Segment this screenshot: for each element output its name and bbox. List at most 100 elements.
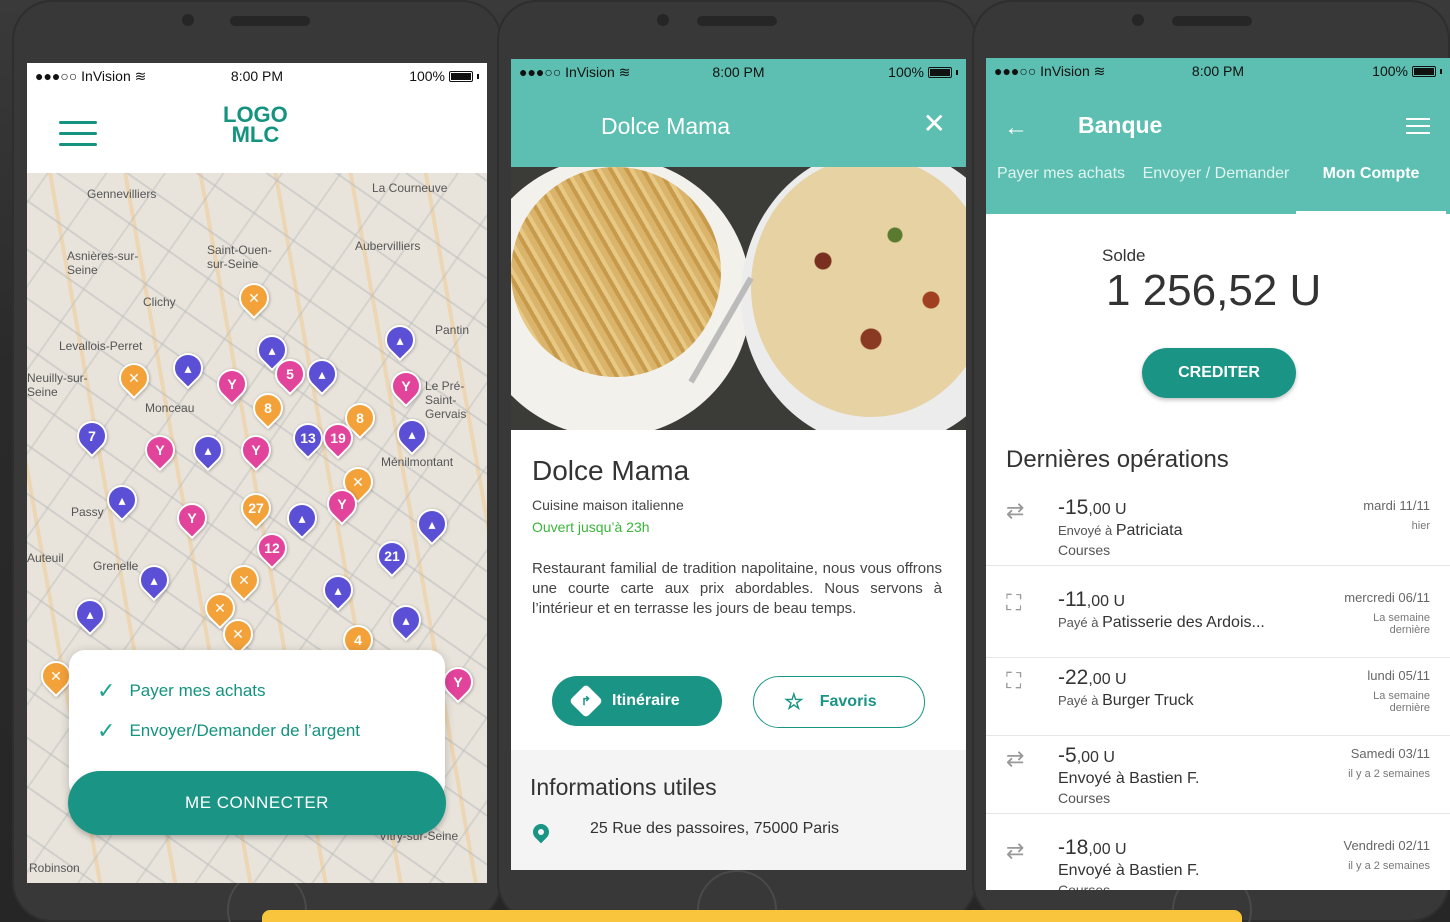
map-label: Monceau bbox=[145, 401, 195, 415]
operation-recipient: Envoyé à Patriciata bbox=[1058, 522, 1183, 539]
operation-note: Courses bbox=[1058, 542, 1111, 558]
operation-relative-date: La semaine dernière bbox=[1373, 612, 1430, 636]
battery-level: 100% bbox=[409, 68, 445, 84]
hamburger-icon[interactable] bbox=[59, 121, 97, 147]
operation-row[interactable]: ⇄ -15,00 U Envoyé à Patriciata Courses m… bbox=[986, 488, 1450, 566]
back-arrow-icon[interactable]: ← bbox=[1004, 114, 1028, 142]
status-time: 8:00 PM bbox=[712, 64, 765, 80]
bank-screen: ●●●○○ InVision ≋ 8:00 PM 100% ← Banque P… bbox=[986, 58, 1450, 890]
map-pin-shop[interactable]: ▴ bbox=[186, 428, 230, 472]
map-pin-shop[interactable]: ▴ bbox=[280, 496, 324, 540]
map-pin-cluster[interactable]: 8 bbox=[246, 386, 290, 430]
status-time: 8:00 PM bbox=[230, 68, 284, 84]
check-icon: ✓ bbox=[97, 718, 116, 743]
favorites-button[interactable]: ☆ Favoris bbox=[753, 676, 925, 728]
location-pin-icon bbox=[529, 820, 553, 844]
star-icon: ☆ bbox=[784, 689, 804, 714]
map-pin-shop[interactable]: ▴ bbox=[378, 318, 422, 362]
feature-item: ✓ Payer mes achats bbox=[97, 678, 266, 704]
itinerary-label: Itinéraire bbox=[612, 692, 680, 709]
connect-button[interactable]: ME CONNECTER bbox=[68, 771, 446, 835]
map-pin-bar[interactable]: Y bbox=[210, 362, 254, 406]
balance-value: 1 256,52 U bbox=[1106, 266, 1322, 315]
map-pin-shop[interactable]: ▴ bbox=[384, 598, 428, 642]
map-pin-cluster[interactable]: 21 bbox=[370, 534, 414, 578]
map-pin-shop[interactable]: ▴ bbox=[410, 502, 454, 546]
map-pin-bar[interactable]: Y bbox=[234, 428, 278, 472]
status-bar: ●●●○○ InVision ≋ 8:00 PM 100% bbox=[986, 58, 1450, 84]
status-bar: ●●●○○ InVision ≋ 8:00 PM 100% bbox=[27, 63, 487, 89]
map-pin-bar[interactable]: Y bbox=[138, 428, 182, 472]
operation-row[interactable]: ⛶ -11,00 U Payé à Patisserie des Ardois.… bbox=[986, 580, 1450, 658]
operation-row[interactable]: ⇄ -5,00 U Envoyé à Bastien F. Courses Sa… bbox=[986, 736, 1450, 814]
opening-hours: Ouvert jusqu’à 23h bbox=[532, 519, 650, 535]
transfer-icon: ⇄ bbox=[1006, 498, 1025, 523]
logo-line-2: MLC bbox=[231, 122, 280, 147]
battery-status: 100% bbox=[331, 68, 479, 84]
map-pin-bar[interactable]: Y bbox=[170, 496, 214, 540]
tab-envoyer[interactable]: Envoyer / Demander bbox=[1141, 164, 1291, 184]
map-pin-cluster[interactable]: 7 bbox=[70, 414, 114, 458]
header-title: Dolce Mama bbox=[601, 113, 731, 139]
map-label: Asnières-sur-Seine bbox=[67, 249, 139, 277]
map-label: Saint-Ouen-sur-Seine bbox=[207, 243, 272, 271]
operation-relative-date: La semaine dernière bbox=[1373, 690, 1430, 714]
operation-amount: -22,00 U bbox=[1058, 666, 1127, 689]
operation-recipient: Payé à Burger Truck bbox=[1058, 692, 1194, 709]
operation-recipient: Envoyé à Bastien F. bbox=[1058, 770, 1200, 787]
battery-icon bbox=[449, 70, 473, 82]
map-label: Pantin bbox=[435, 323, 470, 337]
battery-status: 100% bbox=[1293, 63, 1442, 79]
operation-amount: -5,00 U bbox=[1058, 744, 1115, 767]
map-pin-restaurant[interactable]: ✕ bbox=[112, 356, 156, 400]
qr-scan-icon: ⛶ bbox=[1006, 668, 1022, 693]
close-icon[interactable]: ✕ bbox=[923, 107, 946, 140]
map-label: Gennevilliers bbox=[87, 187, 157, 201]
map-label: Ménilmontant bbox=[381, 455, 454, 469]
map-label: Passy bbox=[71, 505, 104, 519]
map-pin-shop[interactable]: ▴ bbox=[300, 352, 344, 396]
map-label: Levallois-Perret bbox=[59, 339, 143, 353]
map-pin-cluster[interactable]: 12 bbox=[250, 526, 294, 570]
operation-date: lundi 05/11 bbox=[1367, 668, 1430, 683]
credit-button[interactable]: CREDITER bbox=[1142, 348, 1296, 398]
carrier-signal: ●●●○○ InVision ≋ bbox=[35, 67, 147, 84]
detail-header: Dolce Mama ✕ bbox=[511, 85, 966, 167]
map-pin-bar[interactable]: Y bbox=[384, 364, 428, 408]
tab-mon-compte[interactable]: Mon Compte bbox=[1296, 164, 1446, 214]
transfer-icon: ⇄ bbox=[1006, 746, 1025, 771]
menu-icon[interactable] bbox=[1406, 118, 1430, 139]
balance-label: Solde bbox=[1102, 246, 1146, 265]
address[interactable]: 25 Rue des passoires, 75000 Paris bbox=[590, 820, 839, 838]
status-time: 8:00 PM bbox=[1191, 63, 1245, 79]
map-label: La Courneuve bbox=[372, 181, 448, 195]
operation-relative-date: hier bbox=[1411, 520, 1430, 532]
battery-icon bbox=[927, 66, 952, 78]
restaurant-name: Dolce Mama bbox=[532, 455, 690, 486]
map-pin-shop[interactable]: ▴ bbox=[100, 478, 144, 522]
battery-status: 100% bbox=[812, 64, 958, 80]
operation-row[interactable]: ⛶ -22,00 U Payé à Burger Truck lundi 05/… bbox=[986, 658, 1450, 736]
highlight-bar bbox=[262, 910, 1242, 922]
map-pin-shop[interactable]: ▴ bbox=[166, 346, 210, 390]
logo: LOGO MLC bbox=[223, 104, 288, 147]
map-pin-shop[interactable]: ▴ bbox=[68, 592, 112, 636]
operation-amount: -18,00 U bbox=[1058, 836, 1127, 859]
map-pin-cluster[interactable]: 27 bbox=[234, 486, 278, 530]
tab-payer[interactable]: Payer mes achats bbox=[986, 164, 1136, 184]
map-pin-restaurant[interactable]: ✕ bbox=[232, 276, 276, 320]
map-pin-shop[interactable]: ▴ bbox=[316, 568, 360, 612]
operation-amount: -15,00 U bbox=[1058, 496, 1127, 519]
operation-row[interactable]: ⇄ -18,00 U Envoyé à Bastien F. Courses V… bbox=[986, 828, 1450, 890]
itinerary-button[interactable]: ↱ Itinéraire bbox=[552, 676, 722, 726]
map-pin-shop[interactable]: ▴ bbox=[132, 558, 176, 602]
carrier-signal: ●●●○○ InVision ≋ bbox=[519, 63, 631, 80]
transfer-icon: ⇄ bbox=[1006, 838, 1025, 863]
status-bar: ●●●○○ InVision ≋ 8:00 PM 100% bbox=[511, 59, 966, 85]
header-title: Banque bbox=[1078, 112, 1163, 138]
app-header: ●●●○○ InVision ≋ 8:00 PM 100% LOGO MLC bbox=[27, 63, 487, 173]
qr-scan-icon: ⛶ bbox=[1006, 590, 1022, 615]
map-label: Auteuil bbox=[27, 551, 64, 565]
restaurant-description: Restaurant familial de tradition napolit… bbox=[532, 560, 942, 617]
operation-date: Samedi 03/11 bbox=[1350, 746, 1430, 761]
